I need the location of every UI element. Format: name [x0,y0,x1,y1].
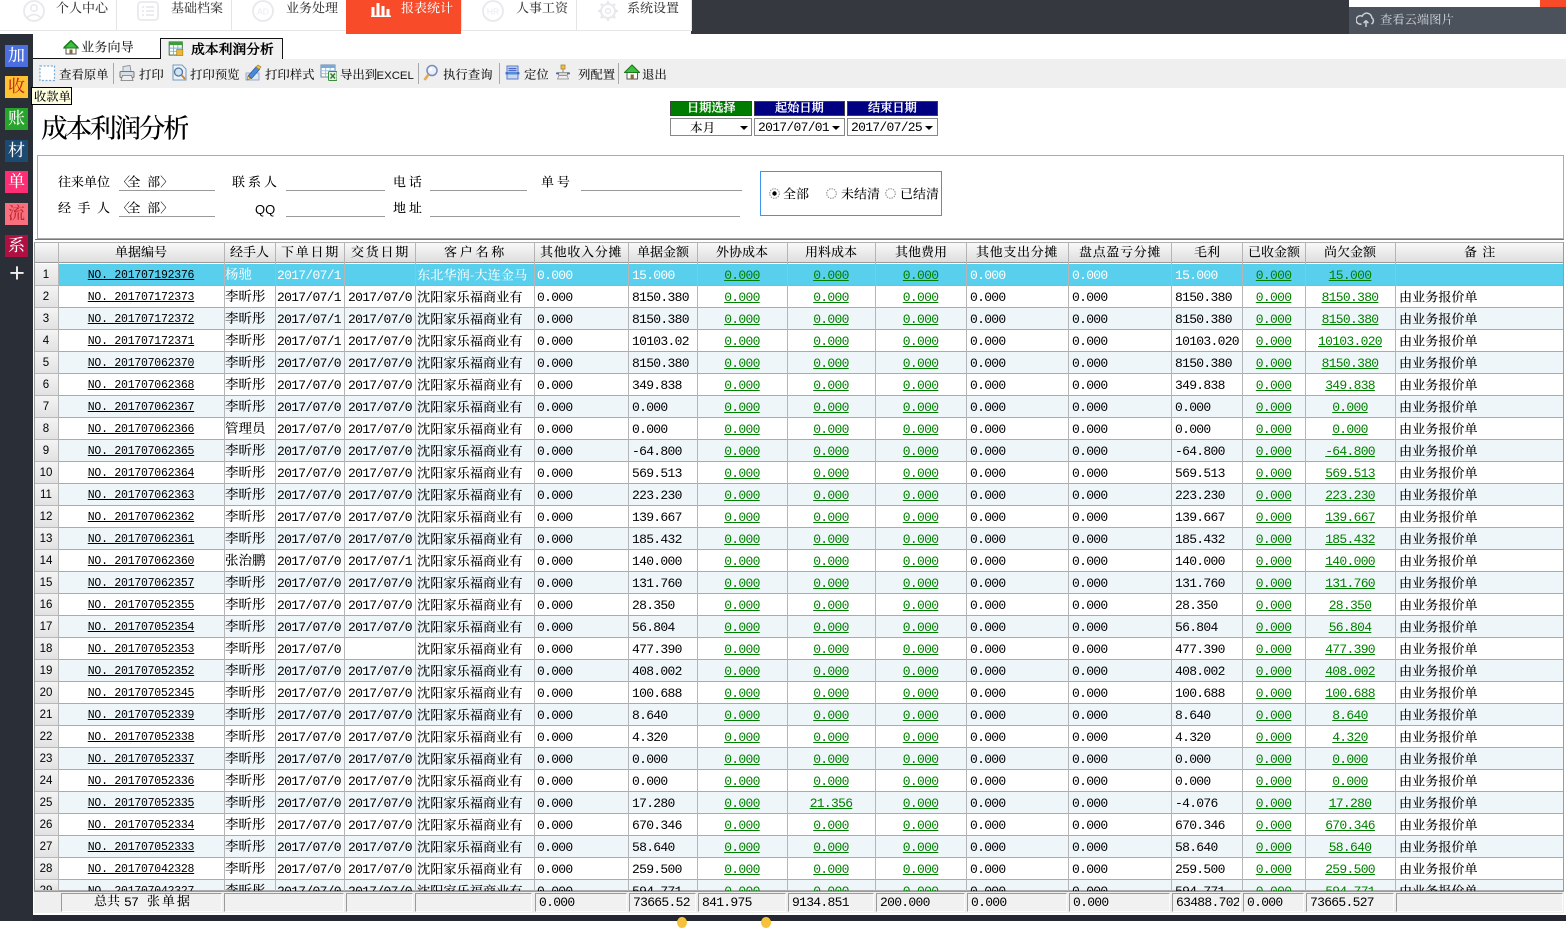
svg-text:HR: HR [487,7,499,17]
svg-text:AD: AD [257,7,269,17]
